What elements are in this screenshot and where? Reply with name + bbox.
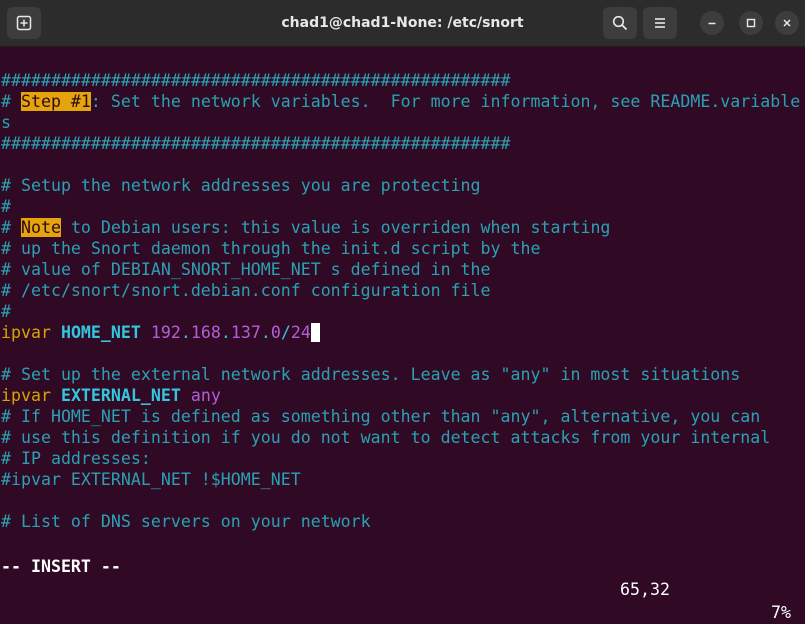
- ipvar-keyword: ipvar: [1, 323, 51, 342]
- comment-prefix: #: [1, 218, 21, 237]
- mode-indicator: -- INSERT --: [1, 557, 121, 576]
- minimize-icon: [708, 22, 716, 25]
- scroll-percent: 7%: [771, 603, 791, 622]
- editor-line-2: # Step #1: Set the network variables. Fo…: [1, 91, 800, 112]
- editor-line-19: # IP addresses:: [1, 449, 151, 468]
- ip-octet-2: 168: [190, 323, 221, 342]
- value-any: any: [190, 386, 221, 405]
- editor-line-1: ########################################…: [1, 71, 511, 90]
- editor-line-10: # value of DEBIAN_SNORT_HOME_NET s defin…: [1, 260, 491, 279]
- comment-prefix: #: [1, 92, 21, 111]
- editor-line-13: ipvar HOME_NET 192.168.137.0/24: [1, 322, 320, 343]
- cursor-position: 65,32: [620, 580, 670, 599]
- ip-octet-4: 0: [270, 323, 281, 342]
- editor-line-3: s: [1, 113, 11, 132]
- search-button[interactable]: [603, 7, 637, 39]
- editor-line-12: #: [1, 302, 11, 321]
- editor-line-7: #: [1, 197, 11, 216]
- search-highlight-step: Step #1: [20, 92, 91, 111]
- editor-line-4: ########################################…: [1, 134, 511, 153]
- comment-text: : Set the network variables. For more in…: [90, 92, 801, 111]
- editor-line-8: # Note to Debian users: this value is ov…: [1, 217, 610, 238]
- editor-line-17: # If HOME_NET is defined as something ot…: [1, 407, 761, 426]
- window-title: chad1@chad1-None: /etc/snort: [281, 15, 524, 31]
- close-button[interactable]: [775, 11, 799, 35]
- menu-button[interactable]: [643, 7, 677, 39]
- ip-octet-1: 192: [150, 323, 181, 342]
- comment-text: to Debian users: this value is overriden…: [60, 218, 611, 237]
- hamburger-menu-icon: [655, 18, 665, 28]
- minimize-button[interactable]: [700, 11, 724, 35]
- search-icon: [612, 15, 628, 31]
- editor-line-22: # List of DNS servers on your network: [1, 512, 371, 531]
- variable-external-net: EXTERNAL_NET: [60, 386, 181, 405]
- ip-octet-3: 137: [230, 323, 261, 342]
- vim-status-line: -- INSERT -- 65,32 7%: [0, 532, 805, 622]
- variable-home-net: HOME_NET: [60, 323, 141, 342]
- editor-line-16: ipvar EXTERNAL_NET any: [1, 385, 221, 406]
- ipvar-keyword: ipvar: [1, 386, 51, 405]
- maximize-icon: [746, 18, 756, 28]
- maximize-button[interactable]: [739, 11, 763, 35]
- text-cursor: [310, 323, 320, 342]
- editor-line-20: #ipvar EXTERNAL_NET !$HOME_NET: [1, 470, 301, 489]
- search-highlight-note: Note: [20, 218, 61, 237]
- editor-line-6: # Setup the network addresses you are pr…: [1, 176, 481, 195]
- editor-line-11: # /etc/snort/snort.debian.conf configura…: [1, 281, 491, 300]
- ip-cidr-mask: 24: [290, 323, 311, 342]
- title-bar: chad1@chad1-None: /etc/snort: [0, 0, 805, 47]
- editor-line-18: # use this definition if you do not want…: [1, 428, 771, 447]
- close-icon: [783, 19, 791, 27]
- editor-line-9: # up the Snort daemon through the init.d…: [1, 239, 541, 258]
- editor-line-15: # Set up the external network addresses.…: [1, 365, 741, 384]
